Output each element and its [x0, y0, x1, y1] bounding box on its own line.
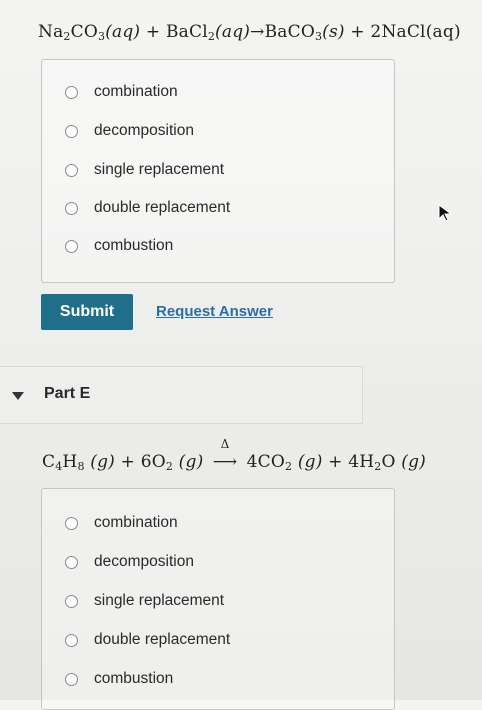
- eq-state: (g): [297, 452, 323, 472]
- eq-plus: +: [328, 452, 343, 472]
- part-title[interactable]: Part E: [44, 385, 90, 403]
- choice-label: decomposition: [94, 122, 194, 139]
- eq-plus: +: [120, 452, 136, 472]
- eq-state: (g): [401, 452, 426, 472]
- delta-symbol: Δ: [220, 437, 230, 451]
- eq-text: BaCl: [165, 22, 208, 42]
- eq-arrow-with-heat: Δ ⟶: [209, 438, 241, 472]
- choice-combination[interactable]: combination: [65, 511, 178, 535]
- radio-button[interactable]: [65, 594, 78, 608]
- eq-arrow: ⟶: [212, 452, 238, 472]
- eq-text: CO: [70, 22, 98, 42]
- eq-text: 2NaCl(aq): [370, 22, 461, 42]
- choice-combustion[interactable]: combustion: [65, 234, 173, 258]
- choice-label: combination: [94, 83, 178, 100]
- choice-decomposition[interactable]: decomposition: [65, 550, 194, 574]
- eq-text: Na: [38, 22, 64, 42]
- choice-single-replacement[interactable]: single replacement: [65, 158, 224, 182]
- answer-choices-d: combination decomposition single replace…: [41, 59, 395, 283]
- choice-single-replacement[interactable]: single replacement: [65, 589, 224, 613]
- eq-subscript: 2: [165, 460, 174, 473]
- eq-state: (g): [90, 452, 116, 472]
- eq-text: C: [42, 452, 56, 472]
- answer-choices-e: combination decomposition single replace…: [41, 488, 395, 710]
- choice-label: decomposition: [94, 553, 194, 570]
- eq-state: (aq): [105, 22, 141, 42]
- submit-button[interactable]: Submit: [41, 294, 133, 330]
- eq-text: H: [62, 452, 78, 472]
- choice-label: combustion: [94, 237, 174, 254]
- eq-subscript: 2: [63, 30, 71, 43]
- radio-button[interactable]: [65, 239, 78, 253]
- eq-subscript: 2: [285, 460, 293, 473]
- choice-label: combustion: [94, 670, 174, 687]
- eq-plus: +: [350, 22, 365, 42]
- mouse-pointer-icon: [438, 204, 453, 222]
- radio-button[interactable]: [65, 201, 78, 215]
- radio-button[interactable]: [65, 672, 78, 686]
- eq-subscript: 8: [77, 460, 85, 473]
- request-answer-link[interactable]: Request Answer: [156, 303, 273, 320]
- choice-label: single replacement: [94, 161, 225, 178]
- radio-button[interactable]: [65, 85, 78, 99]
- choice-decomposition[interactable]: decomposition: [65, 119, 194, 143]
- reaction-equation-d: Na2CO3(aq) + BaCl2(aq)→BaCO3(s) + 2NaCl(…: [38, 22, 461, 42]
- radio-button[interactable]: [65, 516, 78, 530]
- choice-combustion[interactable]: combustion: [65, 667, 173, 691]
- eq-text: 6O: [140, 452, 166, 472]
- reaction-equation-e: C4H8 (g) + 6O2 (g) Δ ⟶ 4CO2 (g) + 4H2O (g…: [42, 438, 426, 473]
- eq-subscript: 2: [207, 30, 216, 43]
- radio-button[interactable]: [65, 124, 78, 138]
- eq-state: (s): [322, 22, 345, 42]
- choice-label: single replacement: [94, 592, 225, 609]
- choice-combination[interactable]: combination: [65, 80, 178, 104]
- eq-text: 4CO: [246, 452, 285, 472]
- choice-label: double replacement: [94, 199, 231, 216]
- caret-down-icon[interactable]: [12, 392, 24, 400]
- choice-double-replacement[interactable]: double replacement: [65, 628, 230, 652]
- eq-text: BaCO: [264, 22, 315, 42]
- choice-label: combination: [94, 514, 178, 531]
- eq-state: (aq): [215, 22, 251, 42]
- eq-plus: +: [145, 22, 161, 42]
- radio-button[interactable]: [65, 555, 78, 569]
- eq-text: 4H: [348, 452, 375, 472]
- eq-text: O: [381, 452, 396, 472]
- radio-button[interactable]: [65, 163, 78, 177]
- eq-state: (g): [178, 452, 204, 472]
- choice-label: double replacement: [94, 631, 231, 648]
- choice-double-replacement[interactable]: double replacement: [65, 196, 230, 220]
- eq-arrow: →: [250, 22, 265, 42]
- radio-button[interactable]: [65, 633, 78, 647]
